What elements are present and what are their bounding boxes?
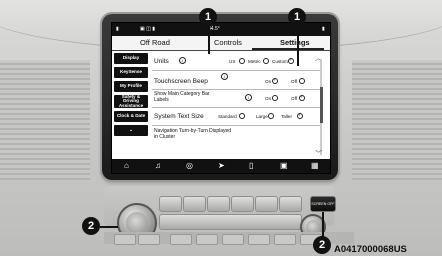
temperature-readout: 84.5°: [208, 26, 220, 32]
setting-label: Show Main Category Bar Labels: [154, 91, 210, 103]
left-vent: [0, 60, 90, 180]
tab-settings[interactable]: Settings: [280, 38, 310, 47]
status-right-icon: ▮: [322, 26, 325, 32]
sidebar-scroll-down[interactable]: ⌄: [114, 125, 148, 136]
figure-code: A0417000068US: [334, 244, 407, 255]
tab-controls[interactable]: Controls: [214, 38, 242, 47]
option-standard: Standard: [218, 114, 237, 119]
sidebar-item-my-profile[interactable]: My Profile: [114, 81, 148, 92]
status-left-icon: ▮: [116, 26, 119, 32]
sidebar-item-safety[interactable]: Safety & Driving Assistance: [114, 94, 148, 108]
sidebar-item-clock[interactable]: Clock & Date: [114, 111, 148, 122]
checkmark-icon: ✓: [300, 94, 305, 100]
option-taller: Taller: [281, 114, 292, 119]
setting-label: Touchscreen Beep: [154, 78, 208, 85]
option-us: US: [229, 59, 236, 64]
lower-switch[interactable]: [138, 234, 160, 245]
setting-label: Units: [154, 58, 169, 65]
callout-1-right: 1: [288, 8, 306, 26]
setting-row-touch-beep: Touchscreen Beep i On ✓ Off: [152, 70, 320, 90]
radio-on[interactable]: [272, 95, 278, 101]
scrollbar-thumb[interactable]: [319, 87, 323, 123]
info-icon[interactable]: i: [221, 73, 228, 80]
setting-row-category-labels: Show Main Category Bar Labels i On Off ✓: [152, 89, 320, 108]
leader-line: [208, 24, 210, 54]
lower-switch[interactable]: [222, 234, 244, 245]
radio-large[interactable]: [268, 113, 274, 119]
setting-label: System Text Size: [154, 113, 204, 120]
leader-line: [297, 24, 299, 66]
panel-button[interactable]: [159, 196, 182, 212]
info-icon[interactable]: i: [245, 94, 252, 101]
setting-row-nav-cluster: Navigation Turn-by-Turn Displayed in Clu…: [152, 125, 320, 143]
lower-switch[interactable]: [170, 234, 192, 245]
climate-icon[interactable]: ◎: [186, 161, 193, 171]
status-icons: ▣ ◫ ▮: [140, 26, 155, 32]
setting-label: Navigation Turn-by-Turn Displayed in Clu…: [154, 128, 232, 140]
panel-button[interactable]: [279, 196, 302, 212]
info-icon[interactable]: i: [179, 57, 186, 64]
option-off: Off: [291, 79, 298, 84]
panel-button[interactable]: [255, 196, 278, 212]
panel-button[interactable]: [231, 196, 254, 212]
setting-row-units: Units i US Metric Custom ✓: [152, 52, 320, 71]
music-icon[interactable]: ♫: [155, 161, 161, 171]
radio-metric[interactable]: [263, 58, 269, 64]
lower-switch[interactable]: [274, 234, 296, 245]
vehicle-icon[interactable]: ▣: [280, 161, 288, 171]
chevron-down-icon: ⌄: [129, 127, 133, 133]
scroll-down-icon[interactable]: ﹀: [315, 149, 322, 159]
sidebar-item-keysense[interactable]: KeySense: [114, 67, 148, 78]
home-icon[interactable]: ⌂: [124, 161, 129, 171]
lower-switch[interactable]: [114, 234, 136, 245]
setting-row-text-size: System Text Size Standard Large Taller ✓: [152, 107, 320, 126]
callout-1-left: 1: [199, 8, 217, 26]
checkmark-icon: ✓: [289, 57, 294, 63]
callout-2-right: 2: [313, 236, 331, 254]
active-tab-indicator: [252, 48, 324, 50]
checkmark-icon: ✓: [273, 77, 278, 83]
right-vent: [352, 60, 442, 180]
callout-2-left: 2: [82, 217, 100, 235]
lower-switch[interactable]: [196, 234, 218, 245]
option-metric: Metric: [248, 59, 261, 64]
radio-off[interactable]: [299, 78, 305, 84]
sidebar-item-display[interactable]: Display: [114, 53, 148, 64]
navigation-icon[interactable]: ➤: [218, 161, 225, 171]
option-custom: Custom: [272, 59, 288, 64]
panel-button[interactable]: [207, 196, 230, 212]
phone-icon[interactable]: ▯: [249, 161, 253, 171]
radio-standard[interactable]: [239, 113, 245, 119]
scrollbar[interactable]: [319, 59, 323, 155]
apps-icon[interactable]: ▦: [311, 161, 319, 171]
radio-us[interactable]: [239, 58, 245, 64]
tab-off-road[interactable]: Off Road: [140, 38, 170, 47]
knob-center: [126, 212, 148, 234]
checkmark-icon: ✓: [298, 112, 303, 118]
leader-line: [100, 226, 118, 228]
screen-off-button[interactable]: SCREEN OFF: [310, 196, 336, 212]
option-large: Large: [256, 114, 268, 119]
panel-button-row[interactable]: [159, 214, 302, 230]
panel-button[interactable]: [183, 196, 206, 212]
dashboard-photo: ▮ ▣ ◫ ▮ 84.5° ▮ Off Road Controls Settin…: [0, 0, 442, 256]
option-on: On: [265, 79, 272, 84]
lower-switch[interactable]: [248, 234, 270, 245]
bottom-nav-bar: ⌂ ♫ ◎ ➤ ▯ ▣ ▦: [112, 159, 330, 173]
option-on: On: [265, 96, 272, 101]
option-off: Off: [291, 96, 298, 101]
